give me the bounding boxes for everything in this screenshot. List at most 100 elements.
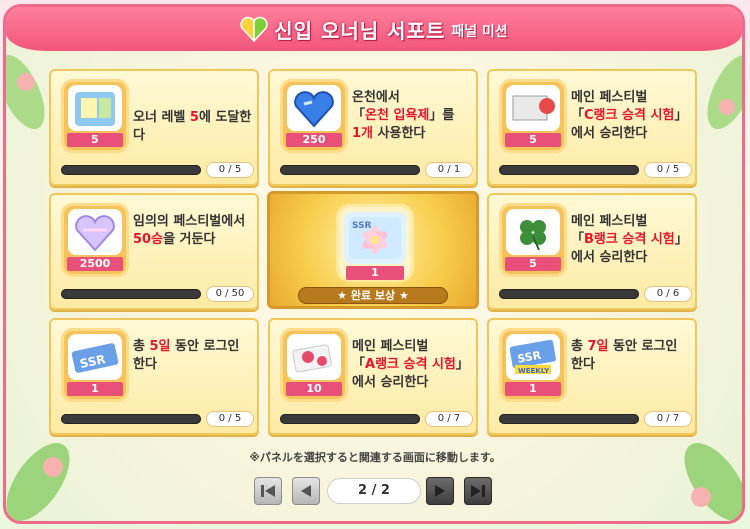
mission-description: 총 7일 동안 로그인한다 [571, 338, 695, 374]
ssr-ticket-icon: SSR [71, 343, 119, 373]
progress-count: 0 / 7 [426, 412, 472, 426]
reward-item: 250 [280, 79, 348, 153]
desc-text: 에서 승리한다 [571, 126, 648, 141]
desc-highlight: B랭크 승격 시험 [584, 232, 675, 247]
mission-panel[interactable]: SSR WEEKLY 1 총 7일 동안 로그인한다 0 / 7 [487, 318, 697, 435]
desc-text: 「 [352, 108, 366, 123]
desc-text: 「 [352, 357, 366, 372]
progress-count: 0 / 50 [207, 287, 253, 301]
reward-quantity: 5 [505, 133, 561, 147]
desc-highlight: 1개 [352, 126, 374, 141]
completion-reward-panel[interactable]: SSR 1 ★ 완료 보상 ★ [267, 191, 479, 309]
mission-description: 온천에서 「온천 입욕제」를 1개 사용한다 [352, 89, 476, 143]
prev-page-button[interactable] [292, 477, 320, 505]
desc-text: 동안 로그인 [170, 339, 240, 354]
reward-quantity: 1 [505, 382, 561, 396]
mission-progress: 0 / 5 [61, 412, 253, 426]
clover-icon [520, 220, 546, 251]
progress-bar [280, 414, 420, 424]
reward-item: 2500 [61, 203, 129, 277]
ssr-flower-icon: SSR [349, 217, 401, 259]
desc-text: 오너 레벨 [133, 110, 190, 125]
header-banner: 신입 오너님 서포트 패널 미션 [6, 7, 742, 51]
progress-bar [280, 165, 420, 175]
mission-panel[interactable]: 5 메인 페스티벌 「C랭크 승격 시험」 에서 승리한다 0 / 5 [487, 69, 697, 186]
progress-bar [499, 289, 639, 299]
last-page-icon [471, 485, 485, 497]
desc-highlight: 5 [189, 110, 199, 125]
reward-quantity: 2500 [67, 257, 123, 271]
desc-text: 에서 승리한다 [571, 250, 648, 265]
mission-progress: 0 / 6 [499, 287, 691, 301]
mission-progress: 0 / 1 [280, 163, 472, 177]
desc-text: 메인 페스티벌 [571, 214, 648, 229]
desc-highlight: C랭크 승격 시험 [584, 108, 675, 123]
rainbow-heart-gem-icon [75, 215, 115, 252]
mission-progress: 0 / 7 [280, 412, 472, 426]
desc-text: 」를 [429, 108, 455, 123]
desc-text: 사용한다 [373, 126, 426, 141]
footer-note: ※パネルを選択すると関連する画面に移動します。 [249, 451, 501, 464]
progress-bar [499, 414, 639, 424]
reward-item: SSR WEEKLY 1 [499, 328, 567, 402]
desc-text: 메인 페스티벌 [352, 339, 429, 354]
leaf-decoration-icon [707, 54, 742, 130]
svg-text:WEEKLY: WEEKLY [518, 367, 550, 375]
mission-panel[interactable]: 2500 임의의 페스티벌에서 50승을 거둔다 0 / 50 [49, 193, 259, 310]
desc-text: 「 [571, 108, 585, 123]
reward-item: SSR 1 [61, 328, 129, 402]
desc-highlight: 50승 [133, 232, 164, 247]
desc-text: 을 거둔다 [163, 232, 216, 247]
reward-item: 5 [499, 203, 567, 277]
svg-text:SSR: SSR [352, 221, 372, 231]
mission-description: 메인 페스티벌 「A랭크 승격 시험」 에서 승리한다 [352, 338, 476, 392]
completion-reward-label: ★ 완료 보상 ★ [298, 287, 448, 304]
first-page-button[interactable] [254, 477, 282, 505]
progress-count: 0 / 7 [645, 412, 691, 426]
next-page-button[interactable] [426, 477, 454, 505]
desc-highlight: 온천 입욕제 [365, 108, 430, 123]
pagination: 2 / 2 [250, 474, 500, 508]
mission-description: 메인 페스티벌 「C랭크 승격 시험」 에서 승리한다 [571, 89, 695, 143]
mission-panel[interactable]: SSR 1 총 5일 동안 로그인 한다 0 / 5 [49, 318, 259, 435]
desc-text: 임의의 페스티벌에서 [133, 214, 246, 229]
reward-item: 5 [499, 79, 567, 153]
desc-highlight: 7일 [587, 339, 609, 354]
progress-bar [499, 165, 639, 175]
mission-description: 임의의 페스티벌에서 50승을 거둔다 [133, 213, 257, 249]
mission-progress: 0 / 50 [61, 287, 253, 301]
mission-panel[interactable]: 250 온천에서 「온천 입욕제」를 1개 사용한다 0 / 1 [268, 69, 478, 186]
next-page-icon [435, 485, 445, 497]
progress-count: 0 / 5 [207, 163, 253, 177]
yellow-green-heart-icon [240, 16, 268, 42]
progress-count: 0 / 6 [645, 287, 691, 301]
progress-count: 0 / 5 [645, 163, 691, 177]
progress-bar [61, 414, 201, 424]
mission-panel[interactable]: 10 메인 페스티벌 「A랭크 승격 시험」 에서 승리한다 0 / 7 [268, 318, 478, 435]
desc-text: 총 [571, 339, 588, 354]
desc-text: 」 [674, 108, 688, 123]
mission-progress: 0 / 7 [499, 412, 691, 426]
first-page-icon [261, 485, 275, 497]
blue-heart-gem-icon [294, 91, 334, 128]
ticket-icon [512, 95, 555, 121]
desc-text: 한다 [571, 357, 595, 372]
last-page-button[interactable] [464, 477, 492, 505]
mission-description: 총 5일 동안 로그인 한다 [133, 338, 257, 374]
mission-description: 오너 레벨 5에 도달한다 [133, 109, 257, 145]
mission-panel[interactable]: 5 오너 레벨 5에 도달한다 0 / 5 [49, 69, 259, 186]
photo-card-icon [75, 92, 115, 126]
desc-highlight: A랭크 승격 시험 [365, 357, 456, 372]
page-subtitle: 패널 미션 [451, 24, 508, 40]
desc-text: 」 [674, 232, 688, 247]
desc-text: 동안 로그인 [608, 339, 678, 354]
page-indicator: 2 / 2 [328, 479, 420, 503]
leaf-decoration-icon [6, 443, 70, 521]
mission-progress: 0 / 5 [61, 163, 253, 177]
reward-quantity: 250 [286, 133, 342, 147]
reward-quantity: 5 [67, 133, 123, 147]
reward-quantity: 5 [505, 257, 561, 271]
mission-panel[interactable]: 5 메인 페스티벌 「B랭크 승격 시험」 에서 승리한다 0 / 6 [487, 193, 697, 310]
desc-text: 」 [455, 357, 469, 372]
progress-bar [61, 289, 201, 299]
